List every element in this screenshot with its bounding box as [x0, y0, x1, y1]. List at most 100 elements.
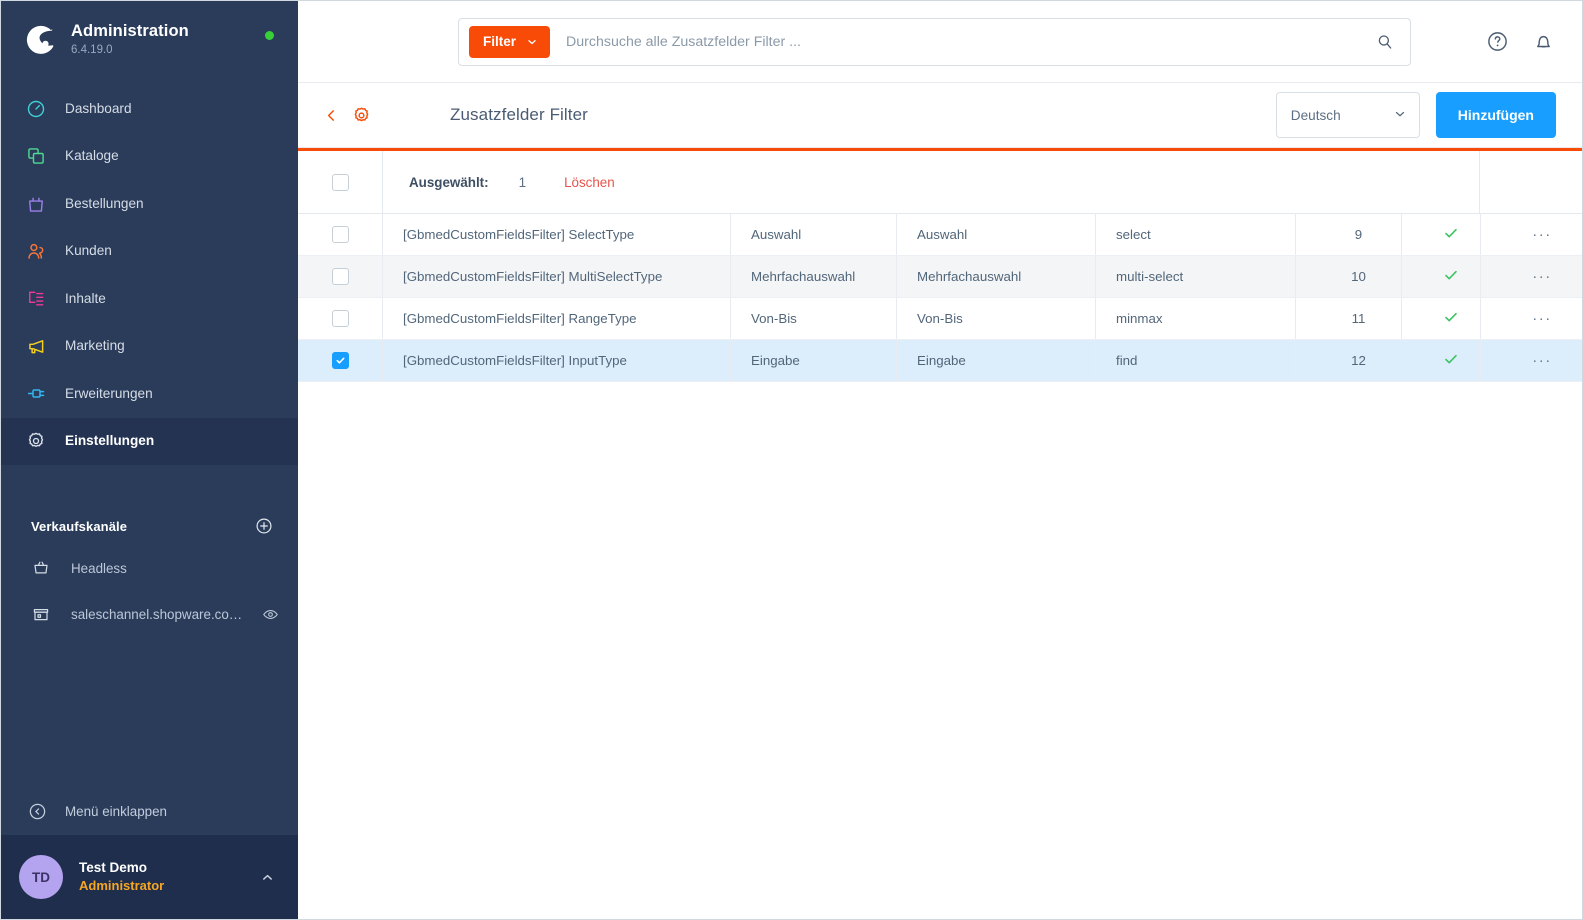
- page-header-actions: Deutsch Hinzufügen: [1275, 92, 1556, 138]
- sidebar-item-einstellungen[interactable]: Einstellungen: [1, 417, 298, 465]
- row-actions-button[interactable]: ···: [1481, 298, 1582, 339]
- dashboard-icon: [23, 97, 49, 121]
- avatar: TD: [19, 855, 63, 899]
- chevron-down-icon: [1393, 107, 1407, 124]
- cell-label-2: Auswahl: [897, 214, 1096, 255]
- cell-type: multi-select: [1096, 256, 1296, 297]
- sidebar-item-label: Erweiterungen: [65, 385, 153, 401]
- sidebar-item-kataloge[interactable]: Kataloge: [1, 133, 298, 181]
- chevron-left-icon[interactable]: [320, 107, 342, 124]
- select-all-checkbox[interactable]: [331, 173, 349, 191]
- sidebar-item-erweiterungen[interactable]: Erweiterungen: [1, 370, 298, 418]
- language-select[interactable]: Deutsch: [1275, 92, 1420, 138]
- cell-position: 9: [1296, 214, 1402, 255]
- row-checkbox[interactable]: [331, 310, 349, 327]
- search-icon[interactable]: [1374, 33, 1396, 51]
- cell-name: [GbmedCustomFieldsFilter] MultiSelectTyp…: [383, 256, 731, 297]
- row-select-cell: [298, 298, 383, 339]
- collapse-menu-button[interactable]: Menü einklappen: [1, 787, 298, 835]
- sales-channels-title: Verkaufskanäle: [31, 518, 128, 534]
- more-horizontal-icon: ···: [1532, 267, 1552, 285]
- cell-label-1: Eingabe: [731, 340, 897, 381]
- selected-count: 1: [518, 174, 527, 190]
- sidebar-item-marketing[interactable]: Marketing: [1, 323, 298, 371]
- cell-label-2: Von-Bis: [897, 298, 1096, 339]
- brand-version: 6.4.19.0: [71, 43, 113, 56]
- row-actions-button[interactable]: ···: [1481, 214, 1582, 255]
- topbar-icons: [1484, 29, 1556, 55]
- selected-label: Ausgewählt:: [409, 174, 489, 190]
- sales-channels-header: Verkaufskanäle: [1, 507, 298, 545]
- cell-label-2: Mehrfachauswahl: [897, 256, 1096, 297]
- filter-button[interactable]: Filter: [469, 25, 551, 58]
- cell-type: minmax: [1096, 298, 1296, 339]
- shopware-logo-icon: [23, 22, 57, 56]
- cell-type: select: [1096, 214, 1296, 255]
- delete-selected-link[interactable]: Löschen: [564, 175, 615, 190]
- basket-icon: [29, 559, 53, 577]
- row-actions-button[interactable]: ···: [1481, 256, 1582, 297]
- cell-position: 11: [1296, 298, 1402, 339]
- table-row[interactable]: [GbmedCustomFieldsFilter] InputType Eing…: [298, 340, 1582, 382]
- cell-status: [1402, 340, 1481, 381]
- sidebar-item-bestellungen[interactable]: Bestellungen: [1, 180, 298, 228]
- plugin-icon: [23, 382, 49, 406]
- status-dot-online: [265, 31, 274, 40]
- sidebar-item-dashboard[interactable]: Dashboard: [1, 85, 298, 133]
- cell-label-2: Eingabe: [897, 340, 1096, 381]
- settings-gear-icon[interactable]: [348, 106, 374, 125]
- sidebar: Administration 6.4.19.0 Dashboard Katalo…: [1, 1, 298, 919]
- cell-status: [1402, 298, 1481, 339]
- sales-channel-headless[interactable]: Headless: [1, 545, 298, 591]
- sidebar-item-kunden[interactable]: Kunden: [1, 228, 298, 276]
- sidebar-nav: Dashboard Kataloge Bestellungen Kunden I…: [1, 85, 298, 465]
- table-row[interactable]: [GbmedCustomFieldsFilter] SelectType Aus…: [298, 214, 1582, 256]
- row-checkbox[interactable]: [331, 268, 349, 285]
- row-checkbox[interactable]: [331, 352, 349, 369]
- row-checkbox[interactable]: [331, 226, 349, 243]
- check-icon: [1443, 309, 1459, 328]
- check-icon: [1443, 351, 1459, 370]
- add-button[interactable]: Hinzufügen: [1435, 92, 1556, 138]
- cell-position: 12: [1296, 340, 1402, 381]
- sidebar-item-label: Kataloge: [65, 148, 119, 164]
- orders-bag-icon: [23, 192, 49, 216]
- cell-type: find: [1096, 340, 1296, 381]
- sales-channel-storefront[interactable]: saleschannel.shopware.co…: [1, 591, 298, 637]
- row-select-cell: [298, 340, 383, 381]
- help-circle-icon[interactable]: [1484, 29, 1510, 55]
- language-select-value: Deutsch: [1290, 107, 1341, 123]
- catalog-icon: [23, 144, 49, 168]
- table-row[interactable]: [GbmedCustomFieldsFilter] MultiSelectTyp…: [298, 256, 1582, 298]
- sidebar-item-label: Inhalte: [65, 290, 106, 306]
- plus-circle-icon[interactable]: [254, 516, 274, 536]
- sidebar-item-label: Einstellungen: [65, 433, 155, 449]
- user-role: Administrator: [79, 878, 165, 893]
- sidebar-brand[interactable]: Administration 6.4.19.0: [1, 1, 298, 77]
- more-horizontal-icon: ···: [1532, 351, 1552, 369]
- chevron-up-icon[interactable]: [258, 870, 276, 885]
- filter-button-label: Filter: [483, 34, 517, 49]
- select-all-cell: [298, 151, 383, 213]
- collapse-menu-label: Menü einklappen: [65, 803, 167, 819]
- sidebar-item-inhalte[interactable]: Inhalte: [1, 275, 298, 323]
- brand-title: Administration: [71, 21, 189, 40]
- row-actions-button[interactable]: ···: [1481, 340, 1582, 381]
- cell-status: [1402, 256, 1481, 297]
- sidebar-item-label: Kunden: [65, 243, 112, 259]
- more-horizontal-icon: ···: [1532, 225, 1552, 243]
- row-select-cell: [298, 214, 383, 255]
- user-account-menu[interactable]: TD Test Demo Administrator: [1, 835, 298, 919]
- cell-label-1: Von-Bis: [731, 298, 897, 339]
- sales-channel-label: Headless: [71, 560, 127, 576]
- more-horizontal-icon: ···: [1532, 309, 1552, 327]
- cell-name: [GbmedCustomFieldsFilter] InputType: [383, 340, 731, 381]
- eye-icon[interactable]: [260, 606, 280, 623]
- cell-name: [GbmedCustomFieldsFilter] RangeType: [383, 298, 731, 339]
- bell-icon[interactable]: [1530, 29, 1556, 55]
- selection-bar: Ausgewählt: 1 Löschen: [298, 148, 1582, 214]
- selection-bar-tail: [1479, 151, 1582, 213]
- search-input[interactable]: [550, 33, 1374, 50]
- table-row[interactable]: [GbmedCustomFieldsFilter] RangeType Von-…: [298, 298, 1582, 340]
